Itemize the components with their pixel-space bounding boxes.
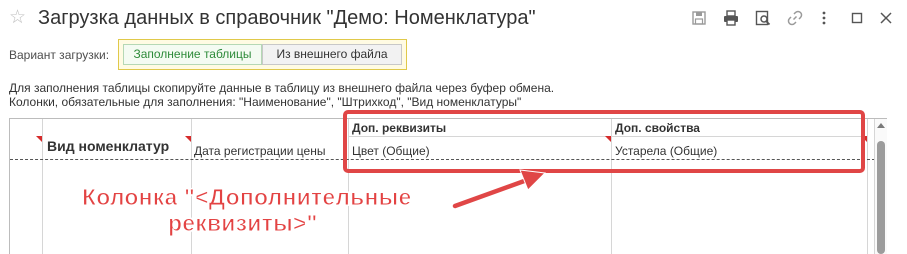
annotation-line-2: реквизиты>"	[168, 210, 318, 237]
annotation-line-1: Колонка "<Дополнительные	[81, 184, 412, 211]
annotation-arrow-icon	[451, 169, 547, 210]
